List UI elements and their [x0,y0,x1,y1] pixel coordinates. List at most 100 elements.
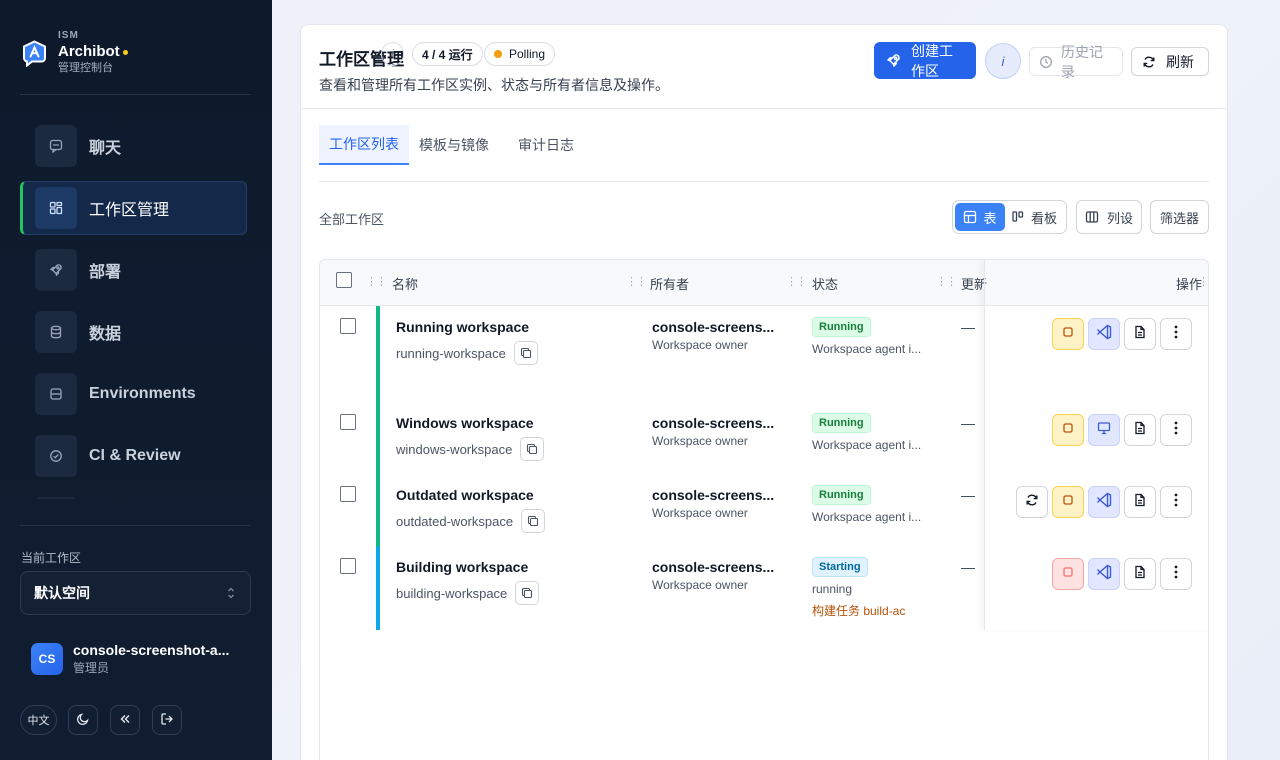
more-button[interactable] [1160,318,1192,350]
polling-label: Polling [509,47,546,61]
more-nav-icon [35,497,77,499]
row-checkbox[interactable] [340,414,356,430]
workspace-slug-text: running-workspace [396,345,506,361]
file-icon [1133,565,1147,584]
more-button[interactable] [1160,414,1192,446]
sidebar-item-workspaces[interactable]: 工作区管理 [20,181,247,235]
table-row[interactable]: Windows workspace windows-workspace cons… [320,402,1208,474]
workspace-name[interactable]: Outdated workspace [396,487,534,503]
stop-icon [1062,421,1074,439]
column-header-name[interactable]: 名称 [392,274,418,293]
chevrons-left-icon [118,712,132,729]
build-job-link[interactable]: 构建任务 build-ac [812,602,905,619]
drag-handle-icon[interactable]: ⋮⋮ [936,275,957,288]
create-workspace-button[interactable]: 创建工作区 [874,42,976,79]
workspace-name[interactable]: Running workspace [396,319,529,335]
logs-button[interactable] [1124,486,1156,518]
remote-desktop-icon [1097,421,1111,440]
table-row[interactable]: Running workspace running-workspace cons… [320,306,1208,402]
user-profile[interactable]: CS console-screenshot-a... 管理员 [31,641,229,676]
logout-icon [160,712,174,729]
copy-icon[interactable] [515,581,540,605]
collapse-sidebar-button[interactable] [110,705,140,735]
more-icon [1174,565,1178,584]
sidebar-item-ci-review[interactable]: CI & Review [20,429,247,483]
vscode-button[interactable] [1088,318,1120,350]
language-button[interactable]: 中文 [20,705,57,735]
table-row[interactable]: Building workspace building-workspace co… [320,546,1208,630]
history-button[interactable]: 历史记录 [1029,44,1123,80]
more-button[interactable] [1160,558,1192,590]
sidebar-item-more[interactable] [20,491,247,499]
more-button[interactable] [1160,486,1192,518]
workspace-name[interactable]: Windows workspace [396,415,534,431]
check-circle-icon [35,435,77,477]
workspace-name[interactable]: Building workspace [396,559,528,575]
stop-button[interactable] [1052,414,1084,446]
remote-desktop-button[interactable] [1088,414,1120,446]
columns-button[interactable]: 列设 [1076,200,1142,234]
status-badge: Running [812,413,871,433]
view-board-button[interactable]: 看板 [1005,203,1063,231]
row-status-bar [376,474,380,546]
copy-icon[interactable] [520,437,545,461]
row-checkbox[interactable] [340,558,356,574]
filter-button[interactable]: 筛选器 [1150,200,1209,234]
chevron-updown-icon [226,585,236,606]
column-header-status[interactable]: 状态 [812,274,838,293]
avatar: CS [31,642,63,675]
select-all-checkbox[interactable] [336,272,352,288]
sidebar-item-chat[interactable]: 聊天 [20,119,247,173]
drag-handle-icon[interactable]: ⋮⋮ [366,275,387,288]
refresh-icon [1142,55,1156,69]
rocket-icon [886,53,901,68]
view-table-button[interactable]: 表 [955,203,1005,231]
owner-name: console-screens... [652,319,775,335]
table-row[interactable]: Outdated workspace outdated-workspace co… [320,474,1208,546]
brand-name: Archibot [58,43,120,60]
tab-bar: 工作区列表 模板与镜像 审计日志 [319,125,1209,182]
workspace-slug: windows-workspace [396,437,545,461]
info-badge[interactable]: i [381,42,404,66]
refresh-button[interactable]: 刷新 [1131,47,1209,76]
drag-handle-icon[interactable]: ⋮⋮ [626,275,647,288]
more-icon [1174,421,1178,440]
tab-templates[interactable]: 模板与镜像 [409,125,499,165]
database-icon [35,311,77,353]
workspace-table: ⋮⋮ 名称 ⋮⋮ 所有者 ⋮⋮ 状态 ⋮⋮ 更新 操作 ⋮⋮ Running w… [319,259,1209,760]
vscode-icon [1096,324,1112,345]
row-checkbox[interactable] [340,318,356,334]
polling-dot [494,50,502,58]
tab-audit-log[interactable]: 审计日志 [508,125,584,165]
chat-icon [35,125,77,167]
info-button[interactable]: i [985,43,1021,79]
sidebar-item-data[interactable]: 数据 [20,305,247,359]
logs-button[interactable] [1124,414,1156,446]
logs-button[interactable] [1124,318,1156,350]
sidebar-item-environments[interactable]: Environments [20,367,247,421]
copy-icon[interactable] [513,341,538,365]
stop-button[interactable] [1052,318,1084,350]
vscode-button[interactable] [1088,486,1120,518]
stop-button[interactable] [1052,558,1084,590]
copy-icon[interactable] [521,509,546,533]
theme-toggle-button[interactable] [68,705,98,735]
drag-handle-icon[interactable]: ⋮⋮ [786,275,807,288]
extra-value: — [961,415,975,431]
file-icon [1133,325,1147,344]
sidebar-item-deploy[interactable]: 部署 [20,243,247,297]
column-header-owner[interactable]: 所有者 [650,274,689,293]
stop-button[interactable] [1052,486,1084,518]
workspace-switcher[interactable]: 默认空间 [20,571,251,615]
file-icon [1133,421,1147,440]
logs-button[interactable] [1124,558,1156,590]
history-label: 历史记录 [1061,43,1103,80]
vscode-button[interactable] [1088,558,1120,590]
tab-workspace-list[interactable]: 工作区列表 [319,125,409,165]
row-checkbox[interactable] [340,486,356,502]
more-icon [1174,493,1178,512]
status-detail: running [812,582,853,596]
update-button[interactable] [1016,486,1048,518]
brand[interactable]: ISM Archibot 管理控制台 [21,30,128,75]
logout-button[interactable] [152,705,182,735]
